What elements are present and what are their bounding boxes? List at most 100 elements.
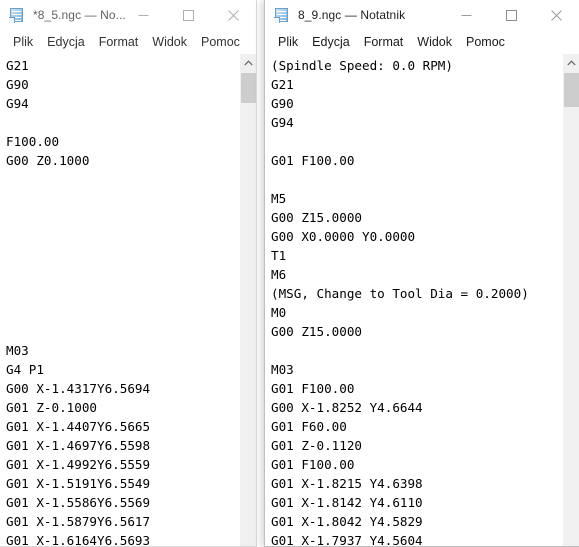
menu-item-format-left[interactable]: Format — [92, 33, 146, 51]
notepad-window-right[interactable]: 8_9.ngc — Notatnik Plik Edycja Format Wi… — [264, 0, 579, 547]
menu-item-format-right[interactable]: Format — [357, 33, 411, 51]
code-line: G01 X-1.4407Y6.5665 — [6, 419, 151, 434]
gcode-text-left: G21 G90 G94 F100.00 G00 Z0.1000 M03 G4 P1 G00… — [6, 56, 239, 546]
scrollbar-thumb-right[interactable] — [564, 73, 579, 107]
code-line: G01 X-1.5879Y6.5617 — [6, 514, 151, 529]
menu-item-plik-right[interactable]: Plik — [271, 33, 305, 51]
menu-item-widok-right[interactable]: Widok — [410, 33, 459, 51]
editor-area-right[interactable]: (Spindle Speed: 0.0 RPM) G21 G90 G94 G01 F1… — [265, 54, 579, 546]
code-line: G01 Z-0.1000 — [6, 400, 97, 415]
code-line: G00 X0.0000 Y0.0000 — [271, 229, 416, 244]
maximize-icon — [183, 9, 194, 21]
code-line: G00 X-1.4317Y6.5694 — [6, 381, 151, 396]
text-content-right[interactable]: (Spindle Speed: 0.0 RPM) G21 G90 G94 G01 F1… — [265, 54, 562, 546]
titlebar-left[interactable]: *8_5.ngc — No... — [0, 0, 256, 30]
caption-buttons-right — [444, 0, 579, 30]
close-button-left[interactable] — [211, 0, 256, 30]
code-line: G94 — [271, 115, 294, 130]
code-line: G00 Z15.0000 — [271, 324, 362, 339]
window-title-right: 8_9.ngc — Notatnik — [298, 8, 406, 22]
gcode-text-right: (Spindle Speed: 0.0 RPM) G21 G90 G94 G01 F1… — [271, 56, 562, 546]
notepad-icon — [274, 7, 290, 23]
code-line: G01 X-1.4992Y6.5559 — [6, 457, 151, 472]
editor-area-left[interactable]: G21 G90 G94 F100.00 G00 Z0.1000 M03 G4 P1 G00… — [0, 54, 256, 546]
code-line: G01 X-1.8042 Y4.5829 — [271, 514, 423, 529]
close-button-right[interactable] — [534, 0, 579, 30]
code-line: G01 X-1.4697Y6.5598 — [6, 438, 151, 453]
code-line: G21 — [6, 58, 29, 73]
code-line: G21 — [271, 77, 294, 92]
code-line: G94 — [6, 96, 29, 111]
minimize-button-right[interactable] — [444, 0, 489, 30]
code-line: G01 F100.00 — [271, 457, 355, 472]
code-line: G00 X-1.8252 Y4.6644 — [271, 400, 423, 415]
code-line: G00 Z15.0000 — [271, 210, 362, 225]
menu-item-pomoc-right[interactable]: Pomoc — [459, 33, 512, 51]
code-line: G01 X-1.8215 Y4.6398 — [271, 476, 423, 491]
maximize-button-right[interactable] — [489, 0, 534, 30]
code-line: G00 Z0.1000 — [6, 153, 90, 168]
code-line: M6 — [271, 267, 287, 282]
code-line: G01 Z-0.1120 — [271, 438, 362, 453]
code-line: M03 — [6, 343, 29, 358]
code-line: F100.00 — [6, 134, 60, 149]
minimize-icon — [138, 14, 149, 16]
minimize-icon — [461, 14, 472, 16]
titlebar-right[interactable]: 8_9.ngc — Notatnik — [265, 0, 579, 30]
code-line: G01 X-1.6164Y6.5693 — [6, 533, 151, 546]
maximize-button-left[interactable] — [166, 0, 211, 30]
close-icon — [551, 9, 562, 21]
menubar-left[interactable]: Plik Edycja Format Widok Pomoc — [0, 30, 256, 54]
code-line: T1 — [271, 248, 287, 263]
text-content-left[interactable]: G21 G90 G94 F100.00 G00 Z0.1000 M03 G4 P1 G00… — [0, 54, 239, 546]
code-line: M03 — [271, 362, 294, 377]
code-line: M0 — [271, 305, 287, 320]
code-line: G90 — [6, 77, 29, 92]
notepad-icon — [9, 7, 25, 23]
menu-item-plik-left[interactable]: Plik — [6, 33, 40, 51]
scroll-up-button-right[interactable] — [563, 54, 579, 71]
chevron-up-icon — [243, 59, 253, 65]
menubar-right[interactable]: Plik Edycja Format Widok Pomoc — [265, 30, 579, 54]
menu-item-edycja-left[interactable]: Edycja — [40, 33, 92, 51]
code-line: G01 X-1.8142 Y4.6110 — [271, 495, 423, 510]
code-line: G4 P1 — [6, 362, 44, 377]
maximize-icon — [506, 9, 517, 21]
code-line: (Spindle Speed: 0.0 RPM) — [271, 58, 453, 73]
scroll-up-button-left[interactable] — [240, 54, 256, 71]
code-line: G01 X-1.7937 Y4.5604 — [271, 533, 423, 546]
menu-item-edycja-right[interactable]: Edycja — [305, 33, 357, 51]
scrollbar-thumb-left[interactable] — [241, 73, 256, 103]
menu-item-pomoc-left[interactable]: Pomoc — [194, 33, 247, 51]
close-icon — [228, 9, 239, 21]
code-line: G01 F60.00 — [271, 419, 347, 434]
notepad-window-left[interactable]: *8_5.ngc — No... Plik Edycja Format Wido… — [0, 0, 257, 547]
minimize-button-left[interactable] — [121, 0, 166, 30]
caption-buttons-left — [121, 0, 256, 30]
vertical-scrollbar-right[interactable] — [562, 54, 579, 546]
code-line: (MSG, Change to Tool Dia = 0.2000) — [271, 286, 529, 301]
code-line: G01 F100.00 — [271, 153, 355, 168]
code-line: G01 X-1.5586Y6.5569 — [6, 495, 151, 510]
code-line: G01 X-1.5191Y6.5549 — [6, 476, 151, 491]
chevron-up-icon — [566, 59, 576, 65]
code-line: G01 F100.00 — [271, 381, 355, 396]
window-title-left: *8_5.ngc — No... — [33, 8, 126, 22]
code-line: M5 — [271, 191, 287, 206]
vertical-scrollbar-left[interactable] — [239, 54, 256, 546]
menu-item-widok-left[interactable]: Widok — [145, 33, 194, 51]
code-line: G90 — [271, 96, 294, 111]
